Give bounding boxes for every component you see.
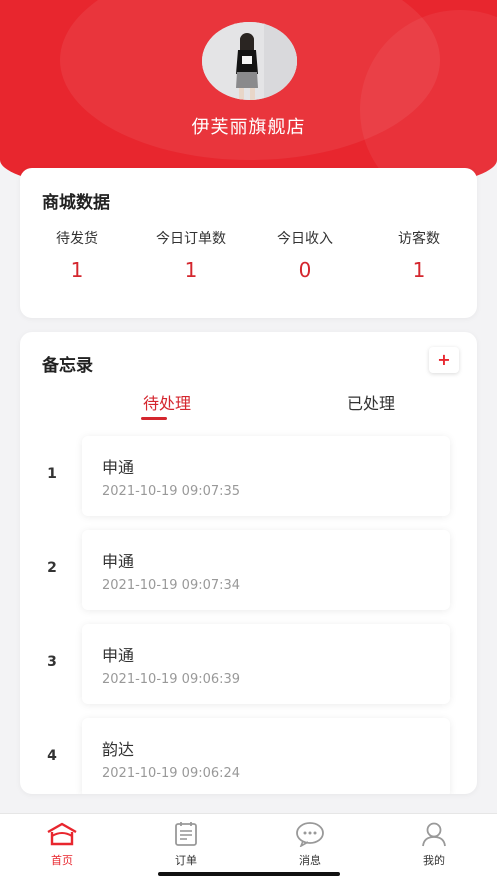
- home-indicator: [158, 872, 340, 876]
- stat-today-income[interactable]: 今日收入 0: [248, 228, 362, 282]
- stat-label: 访客数: [398, 231, 440, 247]
- tabbar-label: 我的: [423, 854, 445, 867]
- memo-card: 备忘录 + 待处理 已处理 1 申通 2021-10-19 09:07:35 2…: [20, 332, 477, 794]
- memo-courier: 申通: [102, 552, 135, 571]
- stat-label: 今日收入: [277, 231, 333, 247]
- memo-item-card[interactable]: 韵达 2021-10-19 09:06:24: [82, 718, 450, 794]
- stat-value: 1: [70, 258, 84, 282]
- memo-item-card[interactable]: 申通 2021-10-19 09:06:39: [82, 624, 450, 704]
- memo-courier: 申通: [102, 458, 135, 477]
- stat-today-orders[interactable]: 今日订单数 1: [134, 228, 248, 282]
- memo-title: 备忘录: [42, 356, 93, 376]
- profile-icon: [394, 820, 474, 848]
- memo-item-card[interactable]: 申通 2021-10-19 09:07:35: [82, 436, 450, 516]
- stat-label: 待发货: [56, 231, 98, 247]
- memo-index: 3: [47, 654, 57, 670]
- tab-pending[interactable]: 待处理: [127, 390, 207, 414]
- memo-time: 2021-10-19 09:07:34: [102, 578, 241, 593]
- message-icon: [270, 820, 350, 848]
- memo-courier: 韵达: [102, 740, 135, 759]
- memo-item-card[interactable]: 申通 2021-10-19 09:07:34: [82, 530, 450, 610]
- memo-time: 2021-10-19 09:07:35: [102, 484, 241, 499]
- stat-pending-shipment[interactable]: 待发货 1: [20, 228, 134, 282]
- tabbar-item-orders[interactable]: 订单: [146, 820, 226, 868]
- stats-title: 商城数据: [42, 193, 110, 213]
- shop-name: 伊芙丽旗舰店: [191, 117, 306, 138]
- avatar-photo: [202, 22, 297, 100]
- memo-index: 2: [47, 560, 57, 576]
- memo-time: 2021-10-19 09:06:24: [102, 766, 241, 781]
- memo-index: 4: [47, 748, 57, 764]
- tabbar-label: 订单: [175, 854, 197, 867]
- shop-avatar[interactable]: [202, 22, 297, 100]
- stat-label: 今日订单数: [156, 231, 226, 247]
- tabbar-item-profile[interactable]: 我的: [394, 820, 474, 868]
- memo-item[interactable]: 2 申通 2021-10-19 09:07:34: [20, 530, 477, 610]
- stat-value: 1: [184, 258, 198, 282]
- home-icon: [22, 820, 102, 848]
- memo-index: 1: [47, 466, 57, 482]
- stat-visitors[interactable]: 访客数 1: [362, 228, 476, 282]
- order-icon: [146, 820, 226, 848]
- memo-item[interactable]: 1 申通 2021-10-19 09:07:35: [20, 436, 477, 516]
- memo-item[interactable]: 3 申通 2021-10-19 09:06:39: [20, 624, 477, 704]
- memo-time: 2021-10-19 09:06:39: [102, 672, 241, 687]
- tabbar-item-messages[interactable]: 消息: [270, 820, 350, 868]
- tabbar-item-home[interactable]: 首页: [22, 820, 102, 868]
- tab-processed[interactable]: 已处理: [331, 390, 411, 414]
- tabbar-label: 消息: [299, 854, 321, 867]
- stats-card: 商城数据 待发货 1 今日订单数 1 今日收入 0 访客数 1: [20, 168, 477, 318]
- add-memo-button[interactable]: +: [429, 347, 459, 373]
- memo-item[interactable]: 4 韵达 2021-10-19 09:06:24: [20, 718, 477, 794]
- active-tab-indicator: [141, 417, 167, 420]
- stat-value: 0: [298, 258, 312, 282]
- memo-courier: 申通: [102, 646, 135, 665]
- stat-value: 1: [412, 258, 426, 282]
- tabbar-label: 首页: [51, 854, 73, 867]
